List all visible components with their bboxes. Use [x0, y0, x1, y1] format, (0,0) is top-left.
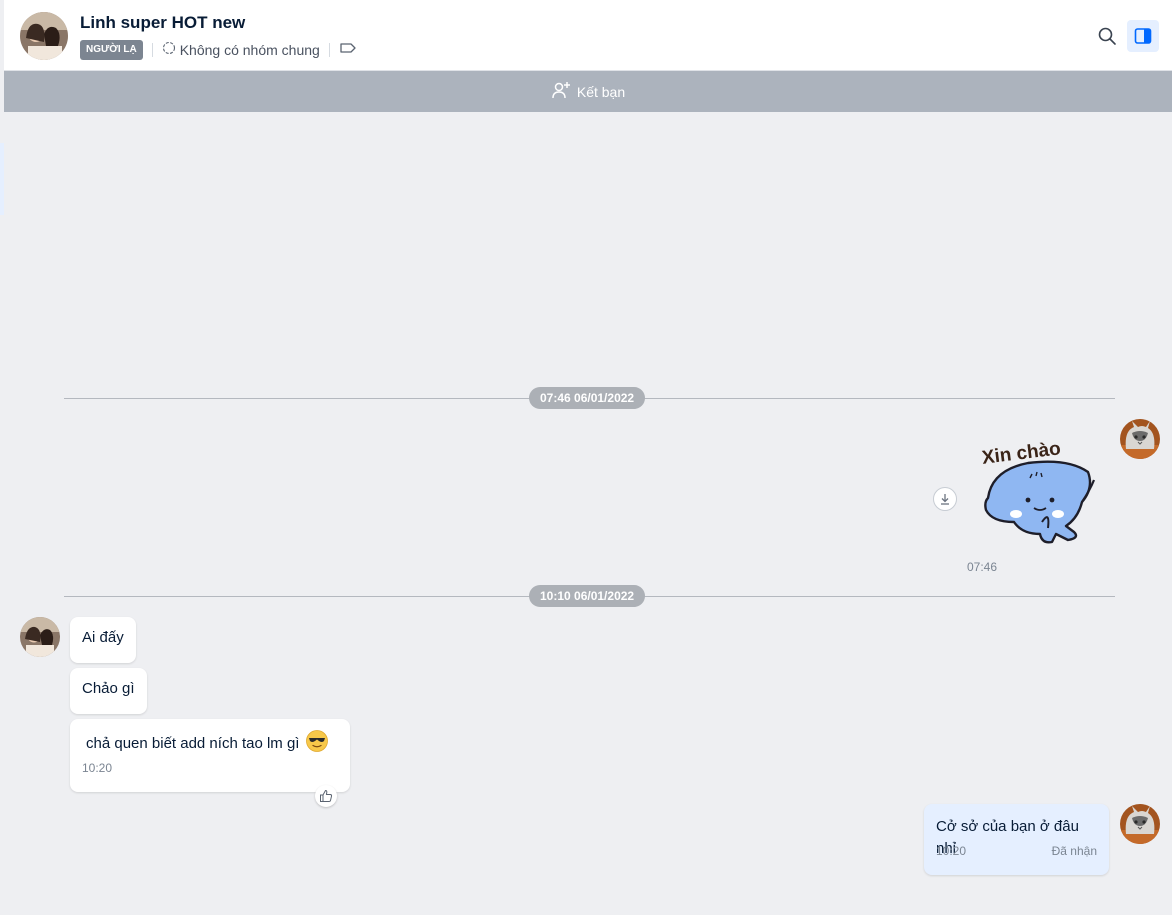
message-status: Đã nhận	[1051, 844, 1097, 858]
common-groups[interactable]: Không có nhóm chung	[180, 42, 320, 58]
like-icon[interactable]	[315, 785, 337, 807]
message-text: chả quen biết add ních tao lm gì	[86, 734, 300, 752]
message-time: 10:20	[82, 761, 113, 775]
sticker-message[interactable]: Xin chào	[970, 430, 1100, 545]
divider	[151, 43, 153, 57]
contact-message-avatar[interactable]	[20, 617, 60, 657]
sticker-time: 07:46	[967, 560, 998, 574]
sunglasses-emoji-icon	[305, 729, 329, 757]
message-bubble[interactable]: Ai đấy	[70, 617, 136, 663]
message-text: Chảo gì	[82, 680, 135, 697]
group-icon	[162, 41, 176, 60]
divider	[328, 43, 330, 57]
date-divider: 10:10 06/01/2022	[529, 585, 646, 607]
message-text: Cở sở của bạn ở đâu nhỉ	[936, 818, 1079, 857]
my-message-bubble[interactable]: Cở sở của bạn ở đâu nhỉ 10:20 Đã nhận	[924, 804, 1109, 875]
my-avatar[interactable]	[1120, 804, 1160, 844]
message-time: 10:20	[936, 844, 967, 858]
my-avatar[interactable]	[1120, 419, 1160, 459]
add-friend-bar[interactable]: Kết bạn	[4, 71, 1172, 112]
contact-name[interactable]: Linh super HOT new	[80, 13, 245, 33]
add-friend-label: Kết bạn	[576, 83, 626, 100]
sidebar-toggle-icon[interactable]	[1127, 20, 1159, 52]
stranger-badge: NGƯỜI LẠ	[80, 40, 143, 60]
message-text: Ai đấy	[82, 629, 124, 646]
sidebar-edge	[0, 143, 4, 215]
add-friend-icon	[551, 80, 577, 103]
chat-header: Linh super HOT new NGƯỜI LẠ Không có nhó…	[4, 0, 1172, 71]
tag-icon[interactable]	[339, 41, 357, 60]
search-icon[interactable]	[1091, 20, 1123, 52]
date-divider: 07:46 06/01/2022	[529, 387, 646, 409]
contact-avatar[interactable]	[20, 12, 68, 60]
message-bubble[interactable]: Chảo gì	[70, 668, 147, 714]
message-bubble[interactable]: chả quen biết add ních tao lm gì 10:20	[70, 719, 350, 792]
download-icon[interactable]	[933, 487, 957, 511]
